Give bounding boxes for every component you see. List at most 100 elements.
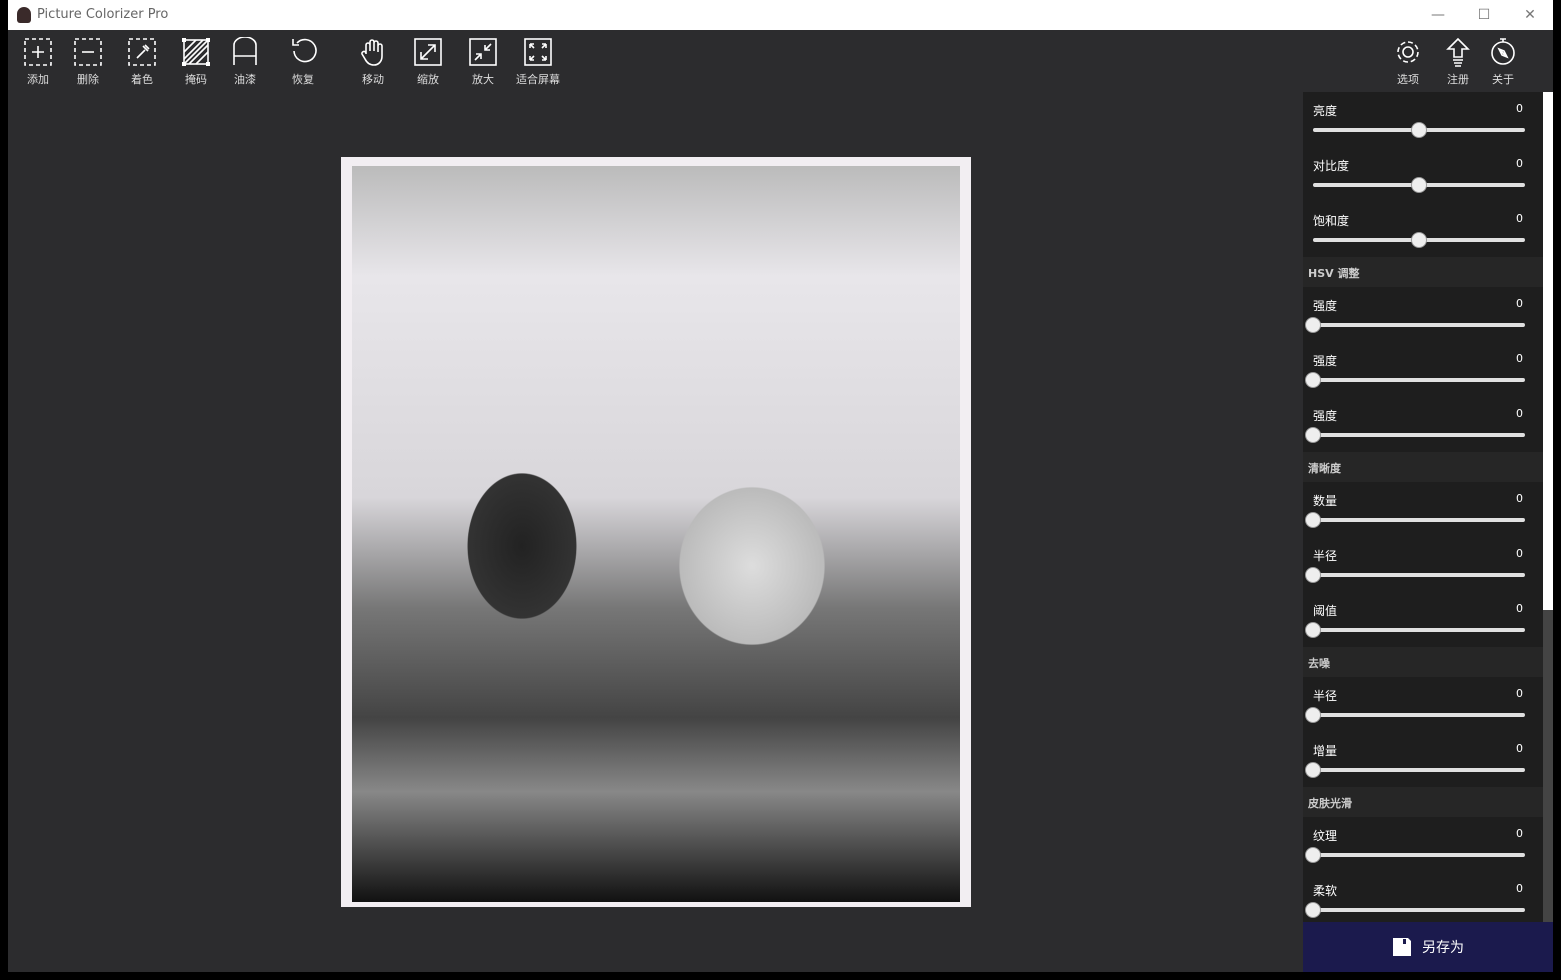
slider-thumb[interactable]	[1305, 622, 1321, 638]
delete-icon	[60, 36, 116, 68]
slider-thumb[interactable]	[1305, 707, 1321, 723]
slider-label: 柔软	[1313, 884, 1338, 898]
slider-value: 0	[1516, 407, 1523, 420]
slider-thumb[interactable]	[1305, 762, 1321, 778]
slider-value: 0	[1516, 297, 1523, 310]
slider-thumb[interactable]	[1411, 177, 1427, 193]
slider-value: 0	[1516, 352, 1523, 365]
slider-thumb[interactable]	[1411, 122, 1427, 138]
paint-button[interactable]: 油漆	[217, 36, 273, 87]
slider-thumb[interactable]	[1305, 512, 1321, 528]
section-header: HSV 调整	[1303, 257, 1543, 287]
colorize-icon	[114, 36, 170, 68]
slider-label: 对比度	[1313, 159, 1350, 173]
slider-track[interactable]	[1313, 177, 1525, 193]
zoom-button[interactable]: 缩放	[400, 36, 456, 87]
image-canvas[interactable]	[8, 92, 1303, 972]
slider-value: 0	[1516, 827, 1523, 840]
slider-thumb[interactable]	[1305, 317, 1321, 333]
restore-button[interactable]: 恢复	[275, 36, 331, 87]
slider-label: 强度	[1313, 354, 1338, 368]
slider-track[interactable]	[1305, 902, 1525, 918]
floppy-disk-icon	[1393, 938, 1411, 956]
maximize-button[interactable]: ☐	[1469, 4, 1499, 26]
slider-track[interactable]	[1313, 122, 1525, 138]
slider-row: 强度 0	[1303, 287, 1543, 342]
slider-value: 0	[1516, 602, 1523, 615]
slider-track[interactable]	[1305, 847, 1525, 863]
add-label: 添加	[27, 73, 49, 86]
zoom-icon	[400, 36, 456, 68]
about-icon	[1475, 36, 1531, 68]
slider-thumb[interactable]	[1305, 427, 1321, 443]
photo-image	[352, 166, 960, 902]
slider-label: 阈值	[1313, 604, 1338, 618]
save-as-button[interactable]: 另存为	[1303, 922, 1553, 972]
slider-track[interactable]	[1305, 317, 1525, 333]
slider-track[interactable]	[1305, 762, 1525, 778]
slider-row: 亮度 0	[1303, 92, 1543, 147]
slider-row: 半径 0	[1303, 537, 1543, 592]
options-label: 选项	[1397, 73, 1419, 86]
slider-thumb[interactable]	[1305, 567, 1321, 583]
enlarge-button[interactable]: 放大	[455, 36, 511, 87]
paint-label: 油漆	[234, 73, 256, 86]
section-header: 去噪	[1303, 647, 1543, 677]
add-icon	[10, 36, 66, 68]
slider-track[interactable]	[1305, 427, 1525, 443]
scrollbar-thumb[interactable]	[1543, 92, 1553, 610]
delete-label: 删除	[77, 73, 99, 86]
add-button[interactable]: 添加	[10, 36, 66, 87]
section-header: 皮肤光滑	[1303, 787, 1543, 817]
slider-track[interactable]	[1305, 622, 1525, 638]
slider-thumb[interactable]	[1305, 372, 1321, 388]
image-frame	[341, 157, 971, 907]
slider-label: 数量	[1313, 494, 1338, 508]
fit-button[interactable]: 适合屏幕	[510, 36, 566, 87]
slider-row: 阈值 0	[1303, 592, 1543, 647]
slider-value: 0	[1516, 212, 1523, 225]
app-logo-icon	[17, 7, 31, 23]
options-button[interactable]: 选项	[1380, 36, 1436, 87]
slider-row: 增量 0	[1303, 732, 1543, 787]
slider-label: 增量	[1313, 744, 1338, 758]
move-button[interactable]: 移动	[345, 36, 401, 87]
slider-value: 0	[1516, 687, 1523, 700]
minimize-button[interactable]: —	[1423, 4, 1453, 26]
slider-thumb[interactable]	[1305, 847, 1321, 863]
slider-thumb[interactable]	[1305, 902, 1321, 918]
slider-value: 0	[1516, 882, 1523, 895]
slider-value: 0	[1516, 492, 1523, 505]
paint-icon	[217, 36, 273, 68]
slider-value: 0	[1516, 102, 1523, 115]
slider-row: 柔软 0	[1303, 872, 1543, 922]
adjustment-panel: 亮度 0 对比度 0 饱和度 0 HSV 调整 强度 0 强度 0 强度 0 清晰度 数量 0 半径 0 阈值 0 去噪…	[1303, 92, 1543, 922]
slider-label: 半径	[1313, 689, 1338, 703]
slider-track[interactable]	[1305, 567, 1525, 583]
slider-value: 0	[1516, 157, 1523, 170]
panel-scrollbar[interactable]	[1543, 92, 1553, 922]
slider-track[interactable]	[1313, 232, 1525, 248]
slider-track[interactable]	[1305, 512, 1525, 528]
restore-icon	[275, 36, 331, 68]
slider-row: 对比度 0	[1303, 147, 1543, 202]
slider-row: 半径 0	[1303, 677, 1543, 732]
slider-thumb[interactable]	[1411, 232, 1427, 248]
close-button[interactable]: ✕	[1515, 4, 1545, 26]
mask-button[interactable]: 掩码	[168, 36, 224, 87]
slider-track[interactable]	[1305, 372, 1525, 388]
enlarge-icon	[455, 36, 511, 68]
slider-row: 数量 0	[1303, 482, 1543, 537]
title-bar: Picture Colorizer Pro — ☐ ✕	[8, 0, 1553, 30]
slider-label: 强度	[1313, 299, 1338, 313]
fit-label: 适合屏幕	[516, 73, 560, 86]
about-button[interactable]: 关于	[1475, 36, 1531, 87]
colorize-button[interactable]: 着色	[114, 36, 170, 87]
slider-row: 强度 0	[1303, 342, 1543, 397]
slider-row: 纹理 0	[1303, 817, 1543, 872]
section-header: 清晰度	[1303, 452, 1543, 482]
slider-row: 强度 0	[1303, 397, 1543, 452]
slider-value: 0	[1516, 547, 1523, 560]
delete-button[interactable]: 删除	[60, 36, 116, 87]
slider-track[interactable]	[1305, 707, 1525, 723]
